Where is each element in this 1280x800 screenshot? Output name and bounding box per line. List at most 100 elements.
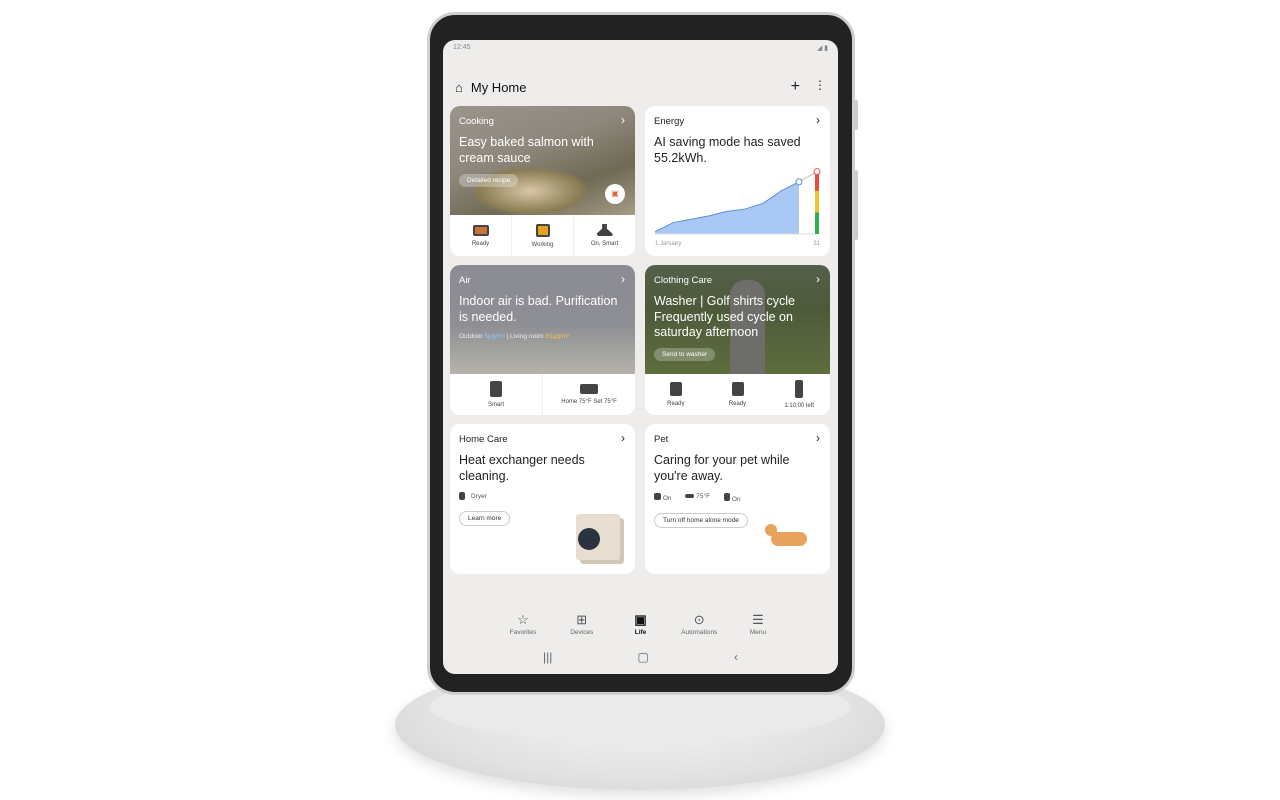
x-axis-end-label: 31 <box>813 241 820 247</box>
device-name: Dryer <box>471 492 487 500</box>
energy-card[interactable]: Energy › AI saving mode has saved 55.2kW… <box>645 106 830 256</box>
dryer-device[interactable]: Ready <box>707 374 769 415</box>
clock: 12:45 <box>453 44 471 51</box>
x-axis-start-label: 1 January <box>655 241 682 247</box>
status-bar: 12:45 ◢ ▮ <box>453 44 828 52</box>
device-status: Ready <box>667 401 685 407</box>
send-to-washer-button[interactable]: Send to washer <box>654 348 716 361</box>
menu-icon: ☰ <box>752 612 764 627</box>
air-conditioner-icon <box>580 384 598 394</box>
nav-label: Menu <box>749 629 767 636</box>
page-title[interactable]: My Home <box>471 80 527 95</box>
washer-device[interactable]: Ready <box>645 374 707 415</box>
nav-automations[interactable]: ⊙ Automations <box>674 612 724 636</box>
chevron-right-icon[interactable]: › <box>816 431 820 445</box>
turn-off-home-alone-button[interactable]: Turn off home alone mode <box>654 513 748 528</box>
device-status: Home 75°F Set 75°F <box>561 399 617 405</box>
level-bar-segment <box>815 190 819 213</box>
dryer-icon <box>731 382 744 396</box>
outdoor-value: 5μg/m³ <box>484 333 505 340</box>
system-navigation: ||| ▢ ‹ <box>543 650 738 664</box>
pet-device-row: On 75°F On <box>654 493 741 503</box>
chevron-right-icon[interactable]: › <box>621 431 625 445</box>
chevron-right-icon[interactable]: › <box>621 272 625 286</box>
purifier-icon <box>724 493 731 501</box>
automations-icon: ⊙ <box>693 612 705 627</box>
device-status: 1:10:00 left <box>784 403 815 409</box>
purifier-status: On <box>724 493 741 503</box>
card-category: Clothing Care <box>654 275 713 286</box>
air-card[interactable]: Air › Indoor air is bad. Purification is… <box>450 265 635 415</box>
nav-devices[interactable]: ⊞ Devices <box>557 612 607 636</box>
device-row: Dryer <box>459 492 487 500</box>
energy-area <box>655 181 799 234</box>
more-options-icon[interactable]: ⋮ <box>814 78 826 96</box>
dryer-icon <box>459 492 465 500</box>
card-headline: Heat exchanger needs cleaning. <box>459 453 585 483</box>
cooktop-icon <box>535 223 550 237</box>
learn-more-button[interactable]: Learn more <box>459 511 511 526</box>
app-header: ⌂ My Home + ⋮ <box>455 78 826 96</box>
nav-menu[interactable]: ☰ Menu <box>733 612 783 636</box>
side-button <box>854 170 858 240</box>
styler-icon <box>795 380 804 398</box>
device-status: Smart <box>487 402 504 408</box>
styler-device[interactable]: 1:10:00 left <box>768 374 830 415</box>
camera-icon <box>654 493 661 500</box>
status-value: On <box>662 495 672 502</box>
card-headline: Easy baked salmon with cream sauce <box>459 135 594 165</box>
pet-card[interactable]: Pet › Caring for your pet while you're a… <box>645 424 830 574</box>
living-room-value: 81μg/m³ <box>545 333 570 340</box>
star-icon: ☆ <box>517 612 529 627</box>
chevron-right-icon[interactable]: › <box>816 272 820 286</box>
camera-status: On <box>654 493 671 503</box>
device-status: On, Smart <box>590 241 619 247</box>
nav-label: Automations <box>681 629 718 636</box>
card-headline: Washer | Golf shirts cycle Frequently us… <box>654 294 796 339</box>
card-category: Home Care <box>459 434 508 445</box>
home-button[interactable]: ▢ <box>638 650 649 664</box>
hood-device[interactable]: On, Smart <box>574 215 635 256</box>
outdoor-label: Outdoor <box>459 333 483 340</box>
device-status: Ready <box>471 240 490 247</box>
status-value: 75°F <box>696 493 711 500</box>
air-purifier-device[interactable]: Smart <box>450 374 543 415</box>
back-button[interactable]: ‹ <box>734 650 738 664</box>
chevron-right-icon[interactable]: › <box>621 113 625 127</box>
nav-favorites[interactable]: ☆ Favorites <box>498 612 548 636</box>
life-icon: ▣ <box>634 612 647 627</box>
nav-label: Life <box>634 629 647 636</box>
detailed-recipe-button[interactable]: Detailed recipe <box>459 174 519 187</box>
card-headline: Caring for your pet while you're away. <box>654 453 790 483</box>
nav-label: Favorites <box>509 629 537 636</box>
nav-label: Devices <box>570 629 594 636</box>
dryer-illustration <box>576 514 620 560</box>
ac-icon <box>685 494 695 498</box>
cooking-card[interactable]: ▣ Cooking › Easy baked salmon with cream… <box>450 106 635 256</box>
card-headline: Indoor air is bad. Purification is neede… <box>459 294 618 324</box>
air-quality-readout: Outdoor 5μg/m³ | Living room 81μg/m³ <box>459 333 570 340</box>
hood-icon <box>596 224 613 236</box>
air-purifier-icon <box>490 381 502 397</box>
device-status: Working <box>531 241 554 248</box>
bottom-navigation: ☆ Favorites ⊞ Devices ▣ Life ⊙ Automations ☰… <box>498 612 783 636</box>
cooktop-device[interactable]: Working <box>512 215 574 256</box>
ac-status: 75°F <box>685 493 710 503</box>
device-status: Ready <box>728 401 747 407</box>
oven-device[interactable]: Ready <box>450 215 512 256</box>
nav-life[interactable]: ▣ Life <box>616 612 666 636</box>
screen: 12:45 ◢ ▮ ⌂ My Home + ⋮ ▣ Cooking › Easy… <box>443 40 838 674</box>
oven-icon <box>472 224 489 236</box>
cooking-icon[interactable]: ▣ <box>605 184 625 204</box>
recent-apps-button[interactable]: ||| <box>543 650 552 664</box>
home-icon: ⌂ <box>455 79 463 95</box>
card-category: Pet <box>654 434 669 445</box>
clothing-care-card[interactable]: Clothing Care › Washer | Golf shirts cyc… <box>645 265 830 415</box>
home-care-card[interactable]: Home Care › Heat exchanger needs cleanin… <box>450 424 635 574</box>
projected-point <box>813 168 821 176</box>
side-button <box>854 100 858 130</box>
air-conditioner-device[interactable]: Home 75°F Set 75°F <box>543 374 635 415</box>
living-room-label: Living room <box>510 333 544 340</box>
add-icon[interactable]: + <box>791 78 800 96</box>
current-point <box>795 178 803 186</box>
